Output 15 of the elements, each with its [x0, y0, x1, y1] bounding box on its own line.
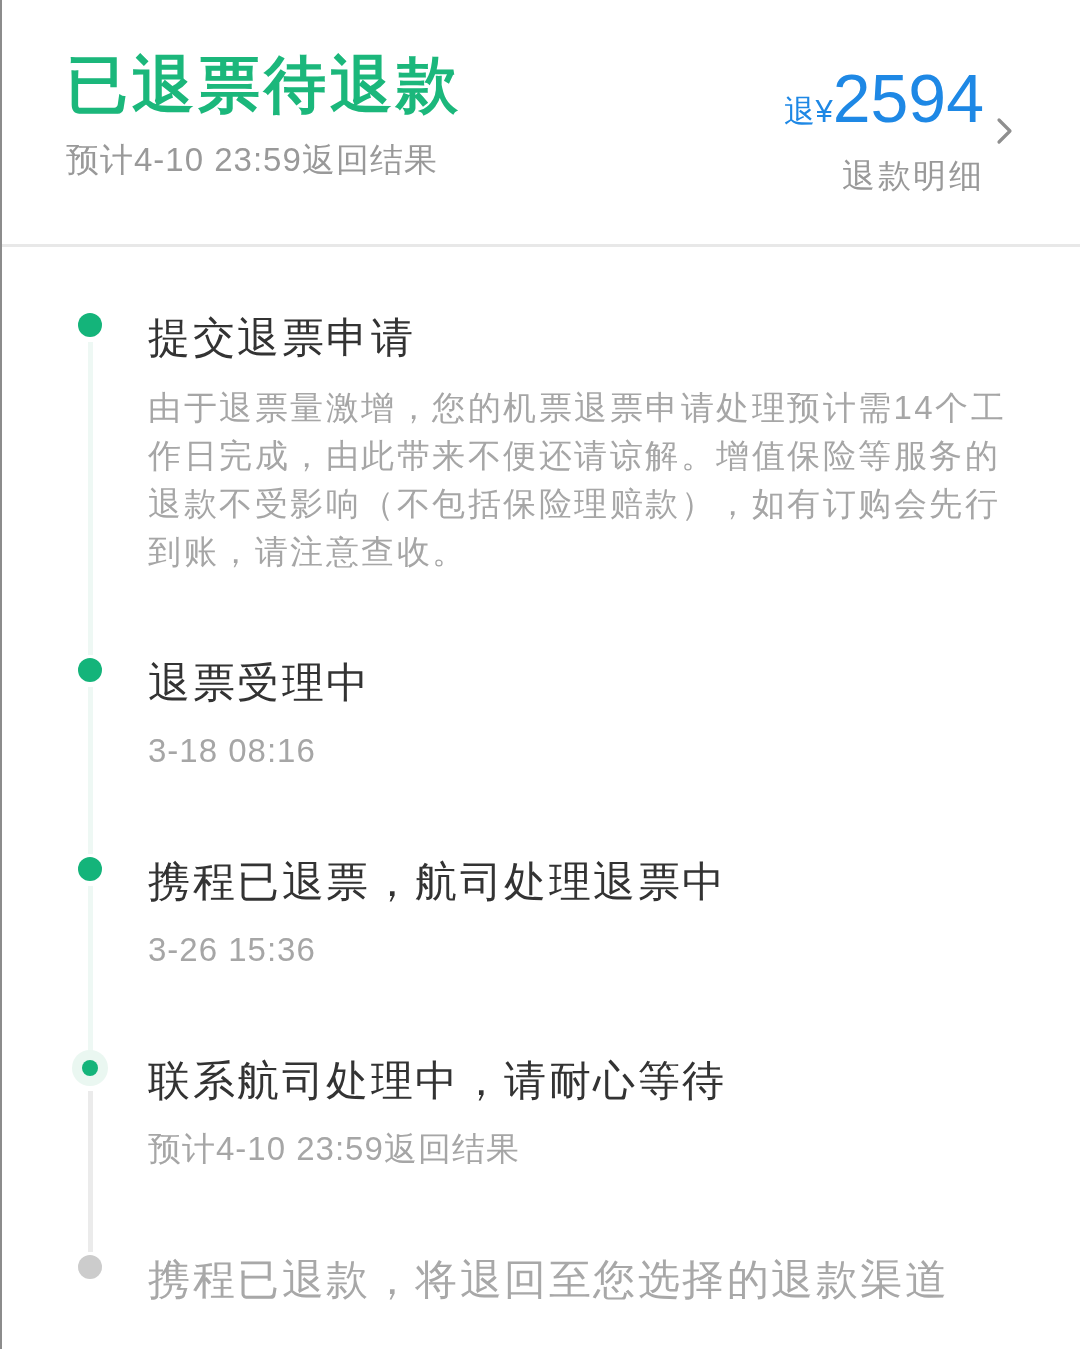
step-title: 携程已退款，将退回至您选择的退款渠道 [148, 1255, 950, 1305]
refund-label: 退¥ [784, 94, 833, 131]
step-description: 由于退票量激增，您的机票退票申请处理预计需14个工作日完成，由此带来不便还请谅解。增值保险等服务的退款不受影响（不包括保险理赔款），如有订购会先行到账，请注意查收。 [148, 388, 1008, 572]
step-time: 预计4-10 23:59返回结果 [148, 1129, 521, 1169]
step-title: 退票受理中 [148, 658, 372, 708]
step-title: 携程已退票，航司处理退票中 [148, 857, 728, 907]
chevron-right-icon[interactable] [996, 117, 1014, 145]
refund-details-link[interactable]: 退款明细 [842, 152, 984, 200]
refund-status-title: 已退票待退款 [66, 49, 462, 121]
estimated-result-time: 预计4-10 23:59返回结果 [66, 140, 439, 180]
step-title: 提交退票申请 [148, 313, 416, 363]
step-time: 3-18 08:16 [148, 731, 317, 771]
step-title: 联系航司处理中，请耐心等待 [148, 1056, 728, 1106]
refund-amount: 2594 [832, 59, 984, 138]
step-time: 3-26 15:36 [148, 930, 317, 970]
